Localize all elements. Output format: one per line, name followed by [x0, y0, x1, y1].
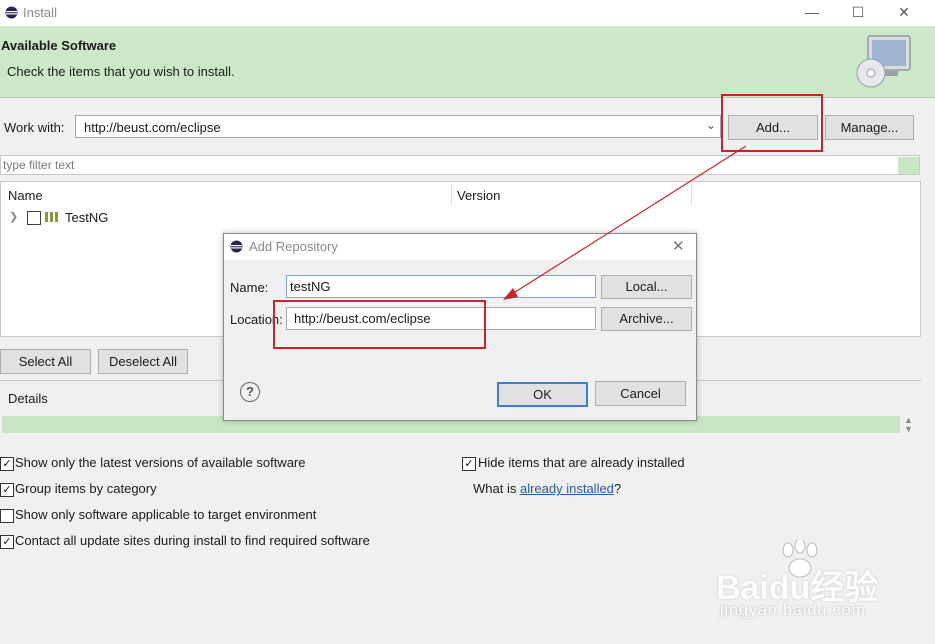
name-input[interactable]: testNG [286, 275, 596, 298]
category-icon [45, 212, 58, 222]
what-is-prefix: What is [473, 481, 520, 496]
window-title: Install [23, 5, 57, 20]
checkbox-unchecked[interactable] [0, 509, 14, 523]
filter-clear-icon[interactable] [898, 157, 919, 174]
header-banner [0, 26, 935, 98]
close-icon[interactable]: ✕ [881, 0, 927, 26]
cancel-button[interactable]: Cancel [595, 381, 686, 406]
work-with-label: Work with: [4, 120, 65, 135]
name-value: testNG [290, 279, 331, 294]
select-all-button[interactable]: Select All [0, 349, 91, 374]
already-installed-link[interactable]: already installed [520, 481, 614, 496]
option-label: Hide items that are already installed [478, 455, 685, 470]
details-scroll-icon[interactable]: ▲ ▼ [904, 416, 913, 434]
window-titlebar: Install — ☐ ✕ [0, 0, 935, 26]
maximize-icon[interactable]: ☐ [835, 0, 881, 26]
ok-button[interactable]: OK [497, 382, 588, 407]
already-installed-line: What is already installed? [473, 481, 621, 496]
column-separator[interactable] [451, 184, 452, 206]
dialog-title: Add Repository [249, 239, 338, 254]
work-with-combo[interactable]: http://beust.com/eclipse ⌄ [75, 115, 721, 138]
local-button[interactable]: Local... [601, 275, 692, 299]
install-monitor-icon [856, 35, 911, 88]
option-label: Contact all update sites during install … [15, 533, 370, 548]
highlight-box-location [273, 300, 486, 349]
eclipse-icon [5, 6, 18, 19]
filter-input[interactable]: type filter text [0, 155, 920, 175]
watermark-subtext: jingyan.baidu.com [720, 602, 866, 619]
option-label: Show only software applicable to target … [15, 507, 317, 522]
help-icon[interactable]: ? [240, 382, 260, 402]
details-label: Details [8, 391, 48, 406]
checkbox-checked[interactable]: ✓ [0, 457, 14, 471]
option-label: Show only the latest versions of availab… [15, 455, 306, 470]
checkbox-checked[interactable]: ✓ [0, 535, 14, 549]
chevron-right-icon[interactable]: ❯ [9, 210, 18, 223]
filter-placeholder: type filter text [3, 158, 75, 172]
option-label: Group items by category [15, 481, 157, 496]
chevron-down-icon[interactable]: ⌄ [706, 118, 716, 132]
eclipse-icon [230, 240, 243, 253]
minimize-icon[interactable]: — [789, 0, 835, 26]
checkbox-checked[interactable]: ✓ [462, 457, 476, 471]
name-label: Name: [230, 280, 269, 295]
manage-button[interactable]: Manage... [825, 115, 914, 140]
highlight-box-add [721, 94, 823, 152]
column-header-version[interactable]: Version [457, 188, 500, 203]
checkbox-checked[interactable]: ✓ [0, 483, 14, 497]
column-separator[interactable] [691, 184, 692, 206]
close-icon[interactable]: ✕ [672, 237, 685, 255]
work-with-value: http://beust.com/eclipse [84, 120, 221, 135]
banner-subtitle: Check the items that you wish to install… [7, 64, 235, 79]
dialog-titlebar: Add Repository ✕ [224, 234, 696, 260]
banner-title: Available Software [1, 38, 117, 53]
column-header-name[interactable]: Name [8, 188, 43, 203]
deselect-all-button[interactable]: Deselect All [98, 349, 188, 374]
tree-row-label: TestNG [65, 210, 109, 225]
row-checkbox[interactable] [27, 211, 41, 225]
archive-button[interactable]: Archive... [601, 307, 692, 331]
what-is-suffix: ? [613, 481, 622, 496]
tree-row[interactable]: ❯ TestNG [1, 208, 401, 228]
